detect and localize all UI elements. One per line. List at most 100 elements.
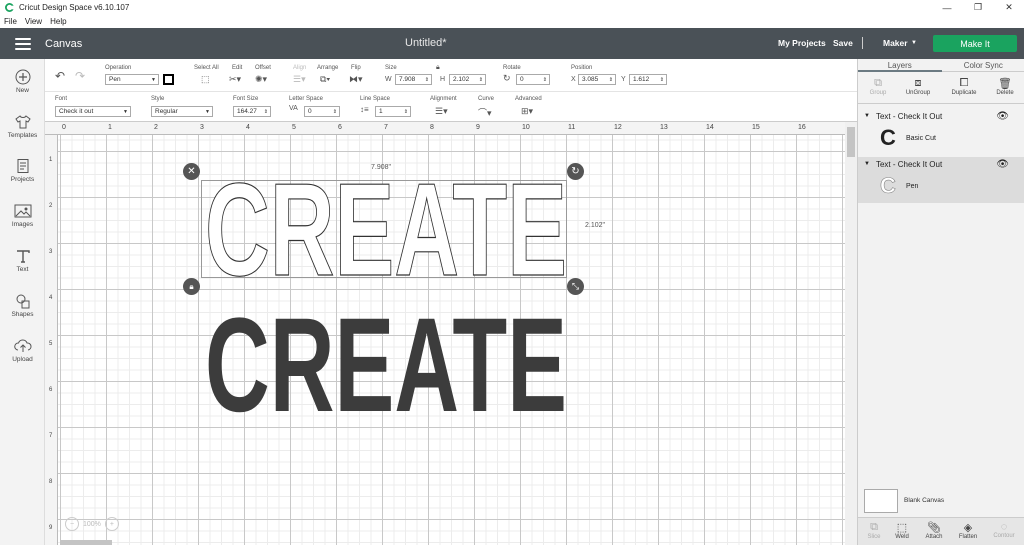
maximize-icon: ❐ bbox=[973, 2, 983, 12]
tab-layers[interactable]: Layers bbox=[858, 59, 942, 72]
text-align-icon[interactable]: ☰▾ bbox=[435, 106, 448, 117]
hamburger-menu-icon[interactable] bbox=[15, 37, 31, 50]
flatten-label: Flatten bbox=[958, 534, 978, 540]
ruler-tick-label: 9 bbox=[49, 525, 53, 531]
shapes-icon bbox=[16, 294, 29, 309]
align-icon[interactable]: ☰▾ bbox=[293, 74, 306, 85]
undo-icon[interactable]: ↶ bbox=[55, 69, 65, 83]
line-space-input[interactable]: 1 ⇕ bbox=[375, 106, 411, 117]
ruler-horizontal: 0 1 2 3 4 5 6 7 8 9 10 11 12 13 14 15 16 bbox=[45, 122, 845, 135]
zoom-in-icon[interactable]: + bbox=[104, 517, 119, 531]
ruler-tick-label: 4 bbox=[49, 295, 53, 301]
sidebar-item-text[interactable]: Text bbox=[0, 248, 45, 273]
outlined-create-text[interactable]: CREATE bbox=[201, 178, 571, 282]
arrange-label: Arrange bbox=[317, 65, 339, 71]
layer-item[interactable]: C Pen bbox=[858, 171, 1024, 201]
y-position-input[interactable]: 1.612 ⇕ bbox=[629, 74, 667, 85]
curve-icon[interactable]: ⌒▾ bbox=[478, 106, 492, 119]
sidebar-item-upload[interactable]: Upload bbox=[0, 338, 45, 363]
sidebar-item-new[interactable]: New bbox=[0, 69, 45, 94]
weld-button[interactable]: ⬚ Weld bbox=[886, 521, 918, 540]
zoom-out-icon[interactable]: − bbox=[65, 517, 79, 531]
menu-view[interactable]: View bbox=[25, 17, 42, 26]
x-position-input[interactable]: 3.085 ⇕ bbox=[578, 74, 616, 85]
make-it-button[interactable]: Make It bbox=[933, 35, 1017, 52]
eye-icon[interactable]: 👁︎ bbox=[996, 111, 1009, 122]
blank-canvas-swatch[interactable] bbox=[864, 489, 898, 513]
stepper-icon: ⇕ bbox=[263, 109, 268, 115]
delete-handle-close-icon[interactable]: ✕ bbox=[183, 163, 200, 180]
lock-handle-icon[interactable]: 🔒︎ bbox=[183, 278, 200, 295]
my-projects-link[interactable]: My Projects bbox=[778, 38, 826, 48]
layers-icon: ◈ bbox=[963, 522, 973, 534]
attach-button[interactable]: 📎︎ Attach bbox=[918, 521, 950, 540]
operation-select[interactable]: Pen ▼ bbox=[105, 74, 159, 85]
rotate-input[interactable]: 0 ⇕ bbox=[516, 74, 550, 85]
horizontal-scrollbar-thumb[interactable] bbox=[60, 540, 112, 545]
ungroup-button[interactable]: ⧈ UnGroup bbox=[898, 77, 938, 96]
letter-space-input[interactable]: 0 ⇕ bbox=[304, 106, 340, 117]
layer-header[interactable]: ▼ Text - Check It Out 👁︎ bbox=[858, 157, 1024, 171]
sidebar-item-shapes[interactable]: Shapes bbox=[0, 293, 45, 318]
delete-button[interactable]: 🗑︎ Delete bbox=[985, 77, 1024, 96]
duplicate-button[interactable]: ⧠ Duplicate bbox=[944, 77, 984, 96]
font-select[interactable]: Check it out ▼ bbox=[55, 106, 131, 117]
attach-label: Attach bbox=[925, 534, 943, 540]
group-button[interactable]: ⧉ Group bbox=[858, 77, 898, 96]
chevron-down-icon: ▼ bbox=[205, 109, 210, 115]
scrollbar-thumb[interactable] bbox=[847, 127, 855, 157]
contour-button[interactable]: ◌ Contour bbox=[987, 521, 1021, 539]
advanced-icon[interactable]: ⊞▾ bbox=[521, 106, 533, 117]
height-input[interactable]: 2.102 ⇕ bbox=[449, 74, 486, 85]
font-label: Font bbox=[55, 96, 68, 102]
offset-icon[interactable]: ✺▾ bbox=[255, 74, 267, 85]
minimize-button[interactable]: — bbox=[932, 0, 962, 15]
lock-icon[interactable]: 🔒︎ bbox=[436, 64, 440, 72]
zoom-control: − 100% + bbox=[65, 517, 119, 531]
maximize-button[interactable]: ❐ bbox=[963, 0, 993, 15]
collapse-caret-icon[interactable]: ▼ bbox=[864, 113, 870, 119]
sidebar-item-templates[interactable]: Templates bbox=[0, 114, 45, 139]
stepper-icon: ⇕ bbox=[424, 77, 429, 83]
menu-file[interactable]: File bbox=[4, 17, 17, 26]
style-select[interactable]: Regular ▼ bbox=[151, 106, 213, 117]
redo-icon[interactable]: ↷ bbox=[75, 69, 85, 83]
width-input[interactable]: 7.908 ⇕ bbox=[395, 74, 432, 85]
layer-header[interactable]: ▼ Text - Check It Out 👁︎ bbox=[858, 109, 1024, 123]
select-all-icon[interactable]: ⬚ bbox=[201, 74, 210, 85]
arrange-icon[interactable]: ⧉▾ bbox=[320, 74, 330, 85]
sidebar-item-projects[interactable]: Projects bbox=[0, 158, 45, 183]
pen-color-swatch[interactable] bbox=[163, 74, 174, 85]
flatten-button[interactable]: ◈ Flatten bbox=[952, 521, 984, 540]
layers-panel: Layers Color Sync ⧉ Group ⧈ UnGroup ⧠ Dupli… bbox=[857, 59, 1024, 545]
ruler-tick-label: 5 bbox=[292, 124, 296, 131]
close-window-button[interactable]: ✕ bbox=[994, 0, 1024, 15]
ungroup-label: UnGroup bbox=[905, 90, 931, 96]
group-label: Group bbox=[869, 90, 887, 96]
sidebar-label: Images bbox=[11, 221, 34, 228]
design-canvas[interactable]: 0 1 2 3 4 5 6 7 8 9 10 11 12 13 14 15 16 123456789 7.908… bbox=[45, 122, 845, 545]
ruler-tick-label: 3 bbox=[200, 124, 204, 131]
machine-select[interactable]: Maker bbox=[883, 38, 908, 48]
tab-color-sync[interactable]: Color Sync bbox=[941, 59, 1024, 72]
vertical-scrollbar[interactable] bbox=[845, 122, 857, 545]
flip-icon[interactable]: ⧓▾ bbox=[349, 74, 363, 85]
rotate-label: Rotate bbox=[503, 65, 521, 71]
minimize-icon: — bbox=[942, 2, 952, 13]
eye-icon[interactable]: 👁︎ bbox=[996, 159, 1009, 170]
font-size-input[interactable]: 164.27 ⇕ bbox=[233, 106, 271, 117]
align-label: Align bbox=[293, 65, 307, 71]
letter-space-label: Letter Space bbox=[289, 96, 324, 102]
edit-tools-icon[interactable]: ✂▾ bbox=[229, 74, 241, 85]
collapse-caret-icon[interactable]: ▼ bbox=[864, 161, 870, 167]
menu-help[interactable]: Help bbox=[50, 17, 66, 26]
layer-name: Text - Check It Out bbox=[875, 111, 943, 121]
machine-chevron-down-icon[interactable]: ▼ bbox=[911, 40, 917, 46]
save-button[interactable]: Save bbox=[833, 38, 853, 48]
layer-item[interactable]: C Basic Cut bbox=[858, 123, 1024, 153]
ruler-tick-label: 1 bbox=[108, 124, 112, 131]
filled-create-text[interactable]: CREATE bbox=[201, 312, 571, 416]
rotate-value: 0 bbox=[520, 76, 524, 83]
sidebar-item-images[interactable]: Images bbox=[0, 203, 45, 228]
selection-width-dimension: 7.908" bbox=[371, 164, 392, 171]
